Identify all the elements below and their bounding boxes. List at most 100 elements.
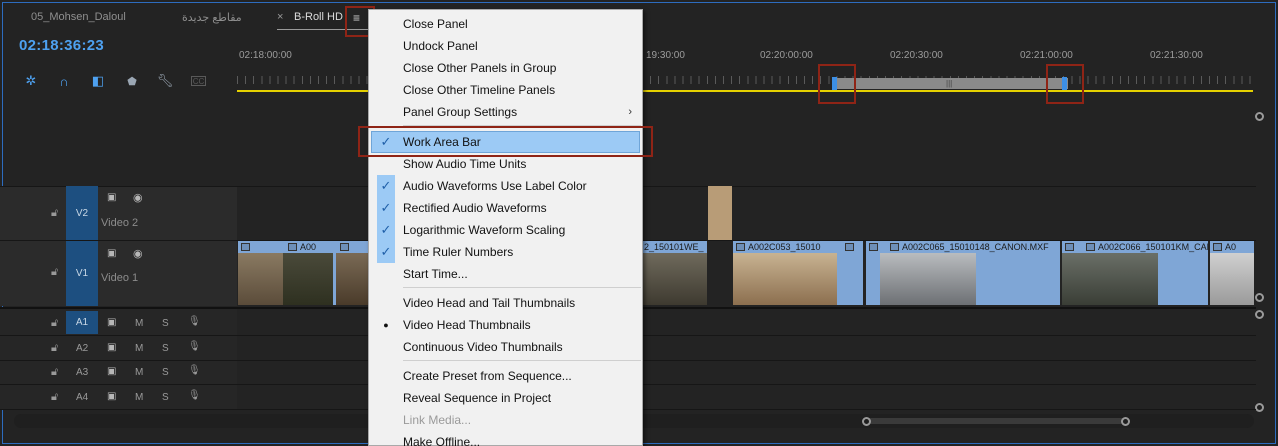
menu-item-continuous-video-thumbnails[interactable]: Continuous Video Thumbnails — [369, 336, 642, 358]
ruler-label: 02:20:00:00 — [760, 50, 813, 61]
tab-close-button[interactable]: × — [277, 11, 283, 23]
menu-item-close-other-timeline-panels[interactable]: Close Other Timeline Panels — [369, 79, 642, 101]
track-target-a1[interactable]: A1 — [66, 311, 98, 334]
toggle-output-icon[interactable]: ▣ — [107, 192, 116, 203]
track-target-a4[interactable]: A4 — [76, 392, 88, 403]
menu-item-undock-panel[interactable]: Undock Panel — [369, 35, 642, 57]
menu-item-logarithmic-waveform-scaling[interactable]: ✓ Logarithmic Waveform Scaling — [369, 219, 642, 241]
ruler-label: 02:21:30:00 — [1150, 50, 1203, 61]
horizontal-scrollbar-thumb[interactable] — [866, 418, 1128, 424]
track-target-v2[interactable]: V2 — [66, 186, 98, 240]
vertical-zoom-knob[interactable] — [1255, 310, 1264, 319]
mic-icon[interactable]: 🎙︎ — [188, 390, 201, 401]
panel-context-menu: Close Panel Undock Panel Close Other Pan… — [368, 9, 643, 446]
mute-button[interactable]: M — [135, 392, 143, 403]
video-clip[interactable]: A002C053_15010 — [733, 241, 863, 305]
clip-label: A002C053_15010 — [736, 242, 821, 252]
checkmark-icon: ✓ — [377, 197, 395, 219]
lock-icon[interactable]: 🔓︎ — [51, 317, 58, 330]
lock-icon[interactable]: 🔓︎ — [51, 342, 58, 355]
menu-item-start-time[interactable]: Start Time... — [369, 263, 642, 285]
menu-item-link-media: Link Media... — [403, 413, 472, 427]
playhead-timecode[interactable]: 02:18:36:23 — [19, 37, 104, 54]
lock-icon[interactable]: 🔓︎ — [51, 391, 58, 404]
eye-icon[interactable]: ◉ — [133, 191, 143, 204]
solo-button[interactable]: S — [162, 318, 169, 329]
add-marker-icon[interactable]: ⬟ — [124, 73, 140, 89]
toggle-output-icon[interactable]: ▣ — [107, 317, 116, 328]
menu-item-audio-waveforms-use-label-color[interactable]: ✓ Audio Waveforms Use Label Color — [369, 175, 642, 197]
ruler-label: 19:30:00 — [646, 50, 685, 61]
submenu-arrow-icon: › — [628, 106, 632, 118]
fx-badge-icon — [1065, 242, 1077, 252]
fx-badge-icon — [845, 242, 857, 252]
clip-thumbnail — [1062, 253, 1158, 305]
video-clip[interactable]: A0 — [1210, 241, 1254, 305]
lock-icon[interactable]: 🔓︎ — [51, 266, 58, 279]
scrollbar-zoom-knob-right[interactable] — [1121, 417, 1130, 426]
lock-icon[interactable]: 🔓︎ — [51, 366, 58, 379]
mute-button[interactable]: M — [135, 367, 143, 378]
ruler-label: 02:21:00:00 — [1020, 50, 1073, 61]
track-target-v1[interactable]: V1 — [66, 241, 98, 306]
tab-b-roll-hd[interactable]: B-Roll HD — [294, 11, 343, 23]
eye-icon[interactable]: ◉ — [133, 247, 143, 260]
toggle-output-icon[interactable]: ▣ — [107, 366, 116, 377]
track-name-video-2[interactable]: Video 2 — [101, 217, 138, 229]
vertical-zoom-knob[interactable] — [1255, 112, 1264, 121]
annotation-box-work-area-bar — [358, 126, 653, 157]
vertical-zoom-knob[interactable] — [1255, 293, 1264, 302]
menu-item-make-offline[interactable]: Make Offline... — [369, 431, 642, 446]
clip-thumbnail — [733, 253, 837, 305]
vertical-zoom-knob[interactable] — [1255, 403, 1264, 412]
nest-sequence-icon[interactable]: ✲ — [23, 73, 39, 89]
ruler-label: 02:18:00:00 — [239, 50, 292, 61]
clip-label: A002C065_15010148_CANON.MXF — [890, 242, 1049, 252]
menu-item-video-head-and-tail-thumbnails[interactable]: Video Head and Tail Thumbnails — [369, 292, 642, 314]
track-target-a3[interactable]: A3 — [76, 367, 88, 378]
menu-item-create-preset-from-sequence[interactable]: Create Preset from Sequence... — [369, 365, 642, 387]
work-area-grip-icon[interactable]: ||| — [946, 79, 952, 88]
clip-label: A0 — [1213, 242, 1236, 252]
snap-icon[interactable]: ∩ — [56, 73, 72, 89]
clip-label: 2_150101WE_ — [644, 242, 704, 252]
tab-new-clips[interactable]: مقاطع جديدة — [182, 11, 242, 24]
toggle-output-icon[interactable]: ▣ — [107, 342, 116, 353]
video-clip[interactable]: A00 — [238, 241, 368, 305]
track-name-video-1[interactable]: Video 1 — [101, 272, 138, 284]
linked-selection-icon[interactable]: ◧ — [90, 73, 106, 89]
clip-thumbnail — [880, 253, 976, 305]
video-clip[interactable]: A002C066_150101KM_CAN — [1062, 241, 1208, 305]
menu-item-close-other-panels-in-group[interactable]: Close Other Panels in Group — [369, 57, 642, 79]
solo-button[interactable]: S — [162, 392, 169, 403]
checkmark-icon: ✓ — [377, 175, 395, 197]
video-clip[interactable]: A002C065_15010148_CANON.MXF — [866, 241, 1060, 305]
solo-button[interactable]: S — [162, 343, 169, 354]
mic-icon[interactable]: 🎙︎ — [188, 365, 201, 376]
menu-item-video-head-thumbnails[interactable]: ● Video Head Thumbnails — [369, 314, 642, 336]
menu-item-rectified-audio-waveforms[interactable]: ✓ Rectified Audio Waveforms — [369, 197, 642, 219]
toggle-output-icon[interactable]: ▣ — [107, 248, 116, 259]
menu-item-time-ruler-numbers[interactable]: ✓ Time Ruler Numbers — [369, 241, 642, 263]
mic-icon[interactable]: 🎙︎ — [188, 341, 201, 352]
clip-thumbnail — [336, 253, 368, 305]
mic-icon[interactable]: 🎙︎ — [188, 316, 201, 327]
menu-item-panel-group-settings[interactable]: Panel Group Settings › — [369, 101, 642, 123]
tab-05-mohsen-daloul[interactable]: 05_Mohsen_Daloul — [31, 11, 126, 23]
clip-thumbnail — [238, 253, 283, 305]
captions-icon[interactable]: CC — [191, 76, 206, 86]
wrench-icon[interactable]: 🔧︎ — [157, 73, 174, 89]
menu-item-reveal-sequence-in-project[interactable]: Reveal Sequence in Project — [369, 387, 642, 409]
clip-label: A002C066_150101KM_CAN — [1086, 242, 1208, 252]
video-clip-thumbnail[interactable] — [708, 186, 732, 240]
track-target-a2[interactable]: A2 — [76, 343, 88, 354]
scrollbar-zoom-knob-left[interactable] — [862, 417, 871, 426]
lock-icon[interactable]: 🔓︎ — [51, 207, 58, 220]
menu-item-close-panel[interactable]: Close Panel — [369, 13, 642, 35]
mute-button[interactable]: M — [135, 343, 143, 354]
toggle-output-icon[interactable]: ▣ — [107, 391, 116, 402]
solo-button[interactable]: S — [162, 367, 169, 378]
mute-button[interactable]: M — [135, 318, 143, 329]
annotation-box-work-area-in — [818, 64, 856, 104]
video-clip[interactable]: 2_150101WE_ — [643, 241, 707, 305]
